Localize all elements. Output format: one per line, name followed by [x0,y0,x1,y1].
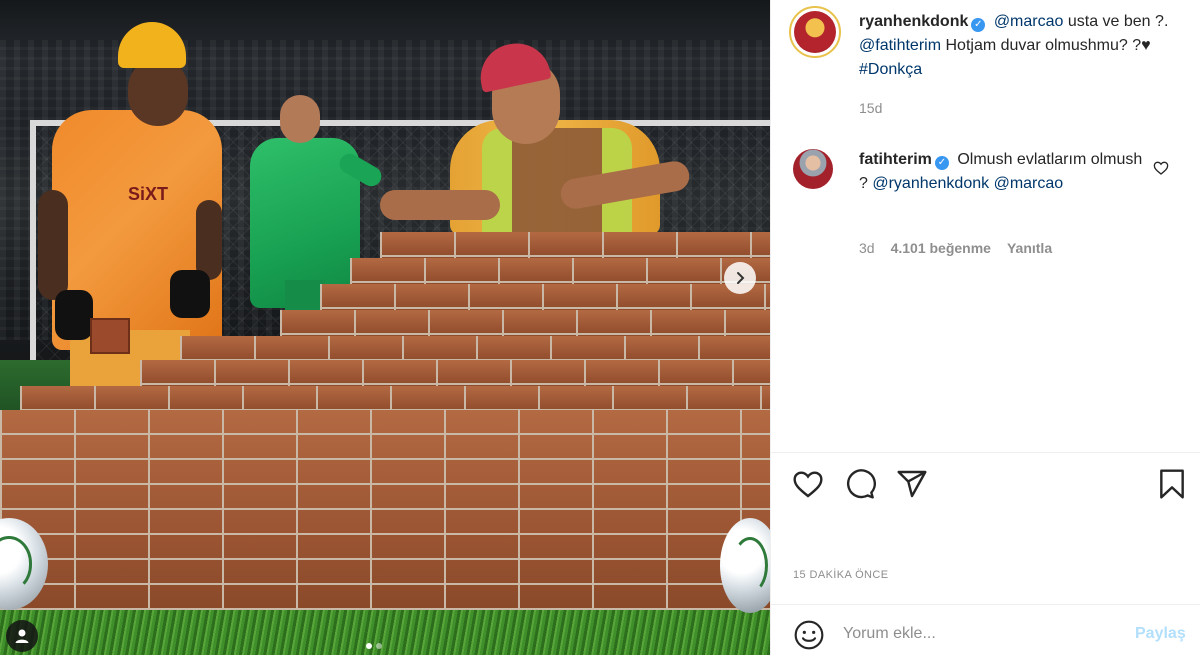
reply-button[interactable]: Yanıtla [1007,240,1052,256]
user-tag-icon [15,629,29,643]
bookmark-icon [1160,469,1184,499]
smiley-icon[interactable] [793,619,825,651]
like-button[interactable] [791,467,825,501]
caption-text: usta ve ben [1063,13,1156,30]
post-media[interactable]: SiXT [0,0,770,655]
post-actions-bar [771,452,1200,514]
author-username[interactable]: ryanhenkdonk [859,13,968,30]
caption-text: Hotjam duvar olmushmu? [941,37,1133,54]
grass [0,610,770,655]
user-tag-button[interactable] [6,620,38,652]
post-caption: ryanhenkdonk ✓ @marcao usta ve ben ?. @fa… [859,10,1179,82]
caption-heart: ♥ [1141,37,1151,54]
comment-text: Olmush evlatlarım olmush [952,151,1143,168]
builder-arm [380,190,500,220]
commenter-username[interactable]: fatihterim [859,151,932,168]
jersey-sponsor-text: SiXT [128,184,169,204]
carousel-indicator [366,643,382,649]
author-avatar[interactable] [789,6,841,58]
send-icon [897,470,927,498]
caption-hashtag[interactable]: #Donkça [859,61,922,78]
comment-timestamp[interactable]: 3d [859,240,875,256]
commenter-avatar[interactable] [793,149,833,189]
caption-emoji: ? [1132,37,1142,54]
caption-emoji: ? [1155,13,1164,30]
share-button[interactable] [895,467,929,501]
caption-mention[interactable]: @fatihterim [859,37,941,54]
comment-mention[interactable]: @ryanhenkdonk [872,175,989,192]
add-comment-bar: Paylaş [771,604,1200,655]
comment-input[interactable] [843,617,1123,651]
player-arm-left [38,190,68,300]
caption-timestamp[interactable]: 15d [859,100,882,116]
black-glove [170,270,210,318]
caption-mention[interactable]: @marcao [994,13,1064,30]
verified-badge-icon: ✓ [934,156,949,170]
comment-icon [846,469,876,499]
goalkeeper-head [280,95,320,143]
comment-button[interactable] [843,467,877,501]
goalkeeper-leg [285,280,325,310]
carousel-dot-active [366,643,372,649]
comment-meta: 3d 4.101 beğenme Yanıtla [859,240,1052,256]
comment-mention[interactable]: @marcao [994,175,1064,192]
chevron-right-icon [737,272,745,284]
verified-badge-icon: ✓ [971,18,986,32]
player-arm-right [196,200,222,280]
brick-in-hand [90,318,130,354]
comment-likes[interactable]: 4.101 beğenme [891,240,991,256]
comment-emoji: ? [859,175,868,192]
post-timestamp[interactable]: 15 DAKİKA ÖNCE [793,569,888,581]
caption-text: . [1163,13,1169,30]
comment-item: fatihterim ✓ Olmush evlatlarım olmush ? @… [859,148,1149,196]
carousel-next-button[interactable] [724,262,756,294]
post-details-panel: ryanhenkdonk ✓ @marcao usta ve ben ?. @fa… [770,0,1200,655]
carousel-dot [376,643,382,649]
heart-icon [793,471,823,498]
brick-wall-base [0,410,770,625]
black-glove [55,290,93,340]
save-button[interactable] [1155,467,1189,501]
comment-like-heart-icon[interactable] [1153,160,1169,176]
post-comment-button[interactable]: Paylaş [1135,625,1186,643]
player-head [128,58,188,126]
